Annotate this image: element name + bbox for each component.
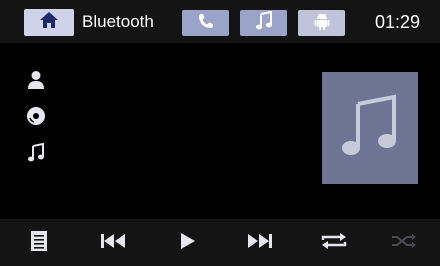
disc-icon — [26, 106, 46, 131]
android-icon — [314, 12, 330, 35]
album-row — [24, 106, 48, 130]
tab-android[interactable] — [298, 10, 345, 36]
repeat-button[interactable] — [314, 228, 354, 258]
next-track-button[interactable] — [240, 228, 280, 258]
playlist-button[interactable] — [19, 228, 59, 258]
album-art — [322, 72, 418, 184]
title-row — [24, 142, 48, 168]
previous-track-button[interactable] — [93, 228, 133, 258]
shuffle-icon — [391, 233, 417, 253]
music-note-icon — [255, 10, 273, 36]
music-note-icon — [340, 94, 400, 163]
play-icon — [181, 232, 195, 254]
tab-phone[interactable] — [182, 10, 229, 36]
home-icon — [39, 11, 59, 34]
artist-row — [24, 70, 48, 94]
shuffle-button[interactable] — [384, 228, 424, 258]
music-note-icon — [27, 142, 45, 168]
person-icon — [27, 70, 45, 95]
playlist-icon — [31, 230, 47, 256]
next-track-icon — [248, 233, 272, 253]
tab-music[interactable] — [240, 10, 287, 36]
top-bar: Bluetooth 01:29 — [0, 0, 440, 43]
source-title: Bluetooth — [82, 12, 154, 31]
clock: 01:29 — [375, 12, 421, 32]
previous-track-icon — [101, 233, 125, 253]
play-button[interactable] — [168, 228, 208, 258]
repeat-icon — [321, 232, 347, 255]
control-bar — [0, 219, 440, 266]
home-button[interactable] — [24, 9, 74, 36]
phone-icon — [197, 12, 215, 35]
